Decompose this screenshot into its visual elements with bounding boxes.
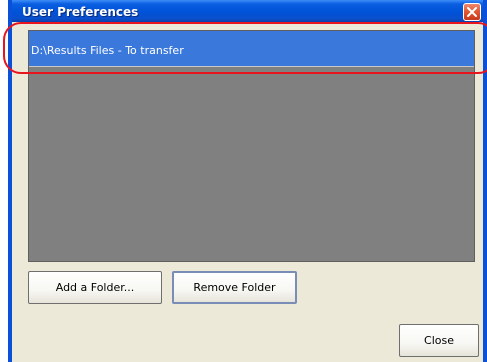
folder-list-item[interactable]: D:\Results Files - To transfer [29, 31, 474, 67]
close-x-glyph [467, 7, 477, 17]
add-folder-label: Add a Folder... [55, 281, 135, 294]
close-label: Close [424, 334, 454, 347]
folder-list[interactable]: D:\Results Files - To transfer [28, 30, 475, 262]
close-button[interactable]: Close [399, 324, 479, 357]
folder-path: D:\Results Files - To transfer [31, 44, 184, 57]
close-icon[interactable] [463, 3, 481, 21]
title-bar[interactable]: User Preferences [12, 0, 483, 22]
user-preferences-dialog: User Preferences D:\Results Files - To t… [8, 0, 487, 362]
remove-folder-label: Remove Folder [193, 281, 276, 294]
add-folder-button[interactable]: Add a Folder... [28, 271, 162, 304]
remove-folder-button[interactable]: Remove Folder [172, 271, 297, 304]
window-title: User Preferences [22, 5, 139, 19]
